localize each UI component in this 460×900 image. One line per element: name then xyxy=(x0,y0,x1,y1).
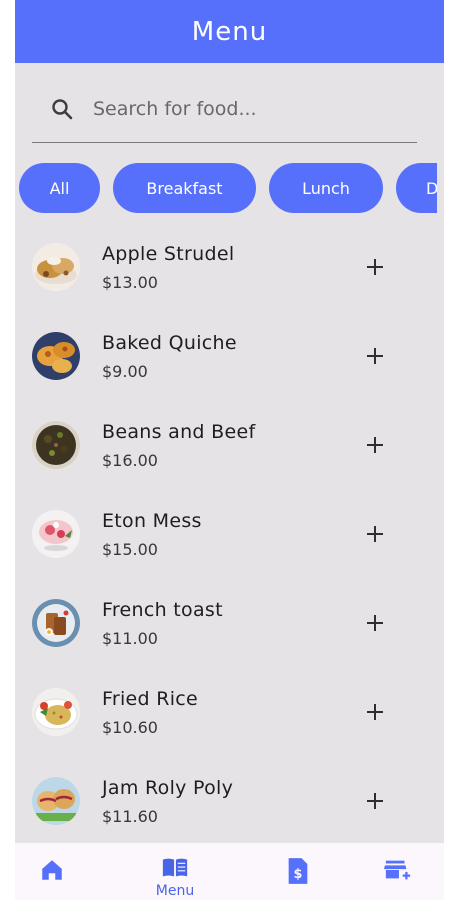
food-price: $11.00 xyxy=(102,629,158,648)
list-item[interactable]: Apple Strudel $13.00 xyxy=(15,222,444,311)
food-price: $10.60 xyxy=(102,718,158,737)
search-icon xyxy=(52,98,73,119)
food-name: Jam Roly Poly xyxy=(102,777,234,799)
food-thumbnail xyxy=(32,243,80,291)
add-icon[interactable] xyxy=(363,522,387,546)
food-price: $16.00 xyxy=(102,451,158,470)
list-item[interactable]: French toast $11.00 xyxy=(15,578,444,667)
receipt-dollar-icon: $ xyxy=(284,857,312,885)
food-thumbnail xyxy=(32,421,80,469)
store-add-icon xyxy=(384,857,412,885)
app-screen: Menu All Breakfast Lunch D xyxy=(15,0,444,900)
add-icon[interactable] xyxy=(363,611,387,635)
nav-orders[interactable]: $ xyxy=(283,843,313,900)
add-icon[interactable] xyxy=(363,789,387,813)
nav-home[interactable] xyxy=(37,843,67,900)
nav-menu-label: Menu xyxy=(155,883,195,899)
add-icon[interactable] xyxy=(363,255,387,279)
chip-lunch[interactable]: Lunch xyxy=(269,163,383,213)
add-icon[interactable] xyxy=(363,344,387,368)
add-icon[interactable] xyxy=(363,700,387,724)
search-input[interactable] xyxy=(91,96,395,121)
list-item[interactable]: Eton Mess $15.00 xyxy=(15,489,444,578)
food-thumbnail xyxy=(32,332,80,380)
food-thumbnail xyxy=(32,599,80,647)
search-bar[interactable] xyxy=(32,93,417,143)
svg-text:$: $ xyxy=(294,867,303,882)
bottom-navigation: Menu $ xyxy=(15,843,444,900)
chip-dinner[interactable]: D xyxy=(396,163,437,213)
list-item[interactable]: Fried Rice $10.60 xyxy=(15,667,444,756)
nav-menu[interactable]: Menu xyxy=(145,843,205,900)
food-name: Fried Rice xyxy=(102,688,199,710)
food-thumbnail xyxy=(32,510,80,558)
food-name: Eton Mess xyxy=(102,510,202,532)
list-item[interactable]: Baked Quiche $9.00 xyxy=(15,311,444,400)
menu-book-icon xyxy=(161,855,189,883)
food-price: $9.00 xyxy=(102,362,148,381)
category-chips: All Breakfast Lunch D xyxy=(19,163,437,213)
list-item[interactable]: Jam Roly Poly $11.60 xyxy=(15,756,444,845)
food-name: Beans and Beef xyxy=(102,421,256,443)
page-title: Menu xyxy=(191,16,268,47)
app-bar: Menu xyxy=(15,0,444,63)
add-icon[interactable] xyxy=(363,433,387,457)
list-item[interactable]: Beans and Beef $16.00 xyxy=(15,400,444,489)
food-thumbnail xyxy=(32,777,80,825)
food-thumbnail xyxy=(32,688,80,736)
food-name: French toast xyxy=(102,599,223,621)
chip-all[interactable]: All xyxy=(19,163,100,213)
food-name: Baked Quiche xyxy=(102,332,237,354)
food-price: $13.00 xyxy=(102,273,158,292)
chip-breakfast[interactable]: Breakfast xyxy=(113,163,256,213)
home-icon xyxy=(38,857,66,885)
food-name: Apple Strudel xyxy=(102,243,235,265)
food-price: $15.00 xyxy=(102,540,158,559)
food-price: $11.60 xyxy=(102,807,158,826)
nav-store-add[interactable] xyxy=(381,843,415,900)
